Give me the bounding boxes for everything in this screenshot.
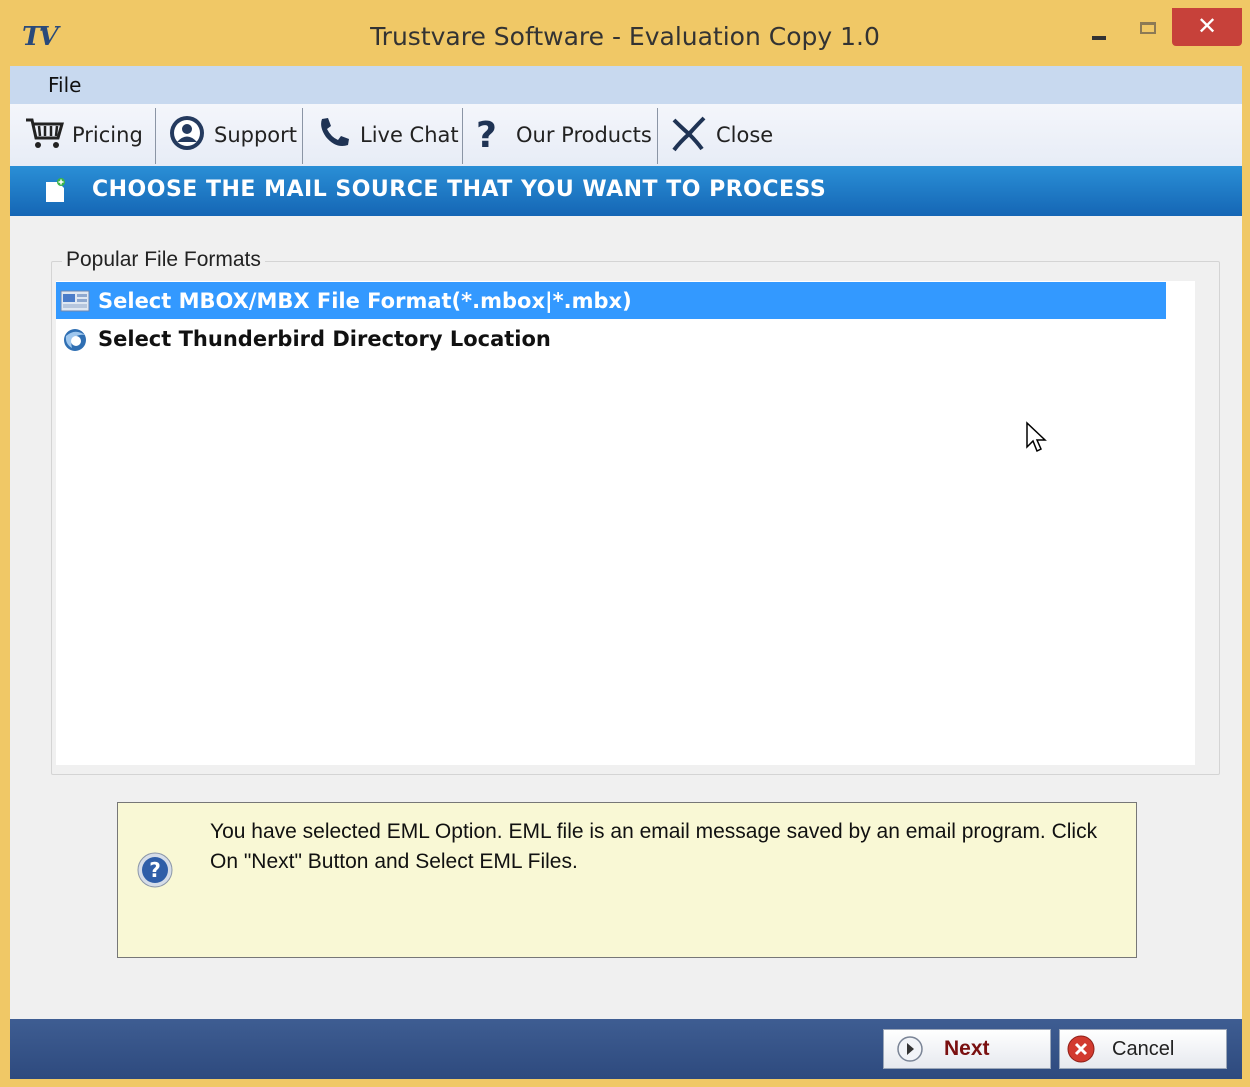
title-bar[interactable]: TV Trustvare Software - Evaluation Copy … [0,0,1250,66]
help-icon: ? [137,852,173,888]
cart-icon [24,116,64,155]
next-button[interactable]: Next [883,1029,1051,1069]
close-label: Close [716,123,774,147]
our-products-button[interactable]: ? Our Products [476,104,652,166]
support-icon [168,114,206,157]
phone-icon [316,115,352,156]
main-content: Popular File Formats Select MBOX/MBX Fil… [10,216,1242,1019]
group-legend: Popular File Formats [62,248,265,272]
our-products-label: Our Products [516,123,652,147]
info-text: You have selected EML Option. EML file i… [210,820,1098,873]
format-list[interactable]: Select MBOX/MBX File Format(*.mbox|*.mbx… [56,281,1195,765]
cancel-icon [1067,1035,1095,1063]
section-banner: CHOOSE THE MAIL SOURCE THAT YOU WANT TO … [10,166,1242,216]
pricing-button[interactable]: Pricing [24,104,143,166]
toolbar-separator [302,108,303,164]
next-arrow-icon [897,1036,923,1062]
menu-bar: File [10,66,1242,104]
support-button[interactable]: Support [168,104,297,166]
toolbar: Pricing Support Live Chat ? Our Products… [10,104,1242,167]
list-item-mbox[interactable]: Select MBOX/MBX File Format(*.mbox|*.mbx… [56,282,1166,319]
close-x-icon [670,114,708,157]
live-chat-label: Live Chat [360,123,459,147]
toolbar-separator [657,108,658,164]
cancel-button[interactable]: Cancel [1059,1029,1227,1069]
next-label: Next [944,1037,990,1060]
close-button[interactable]: Close [670,104,773,166]
info-box: ? You have selected EML Option. EML file… [117,802,1137,958]
cancel-label: Cancel [1112,1037,1175,1060]
list-item-label: Select Thunderbird Directory Location [98,326,551,351]
window-title: Trustvare Software - Evaluation Copy 1.0 [370,22,880,51]
support-label: Support [214,123,298,147]
list-item-label: Select MBOX/MBX File Format(*.mbox|*.mbx… [98,288,632,313]
pricing-label: Pricing [72,123,143,147]
thunderbird-icon [64,328,86,351]
list-item-thunderbird[interactable]: Select Thunderbird Directory Location [56,320,1166,357]
footer-bar: Next Cancel [10,1019,1242,1079]
svg-text:?: ? [149,858,161,882]
live-chat-button[interactable]: Live Chat [316,104,459,166]
question-icon: ? [476,114,497,156]
mouse-cursor-icon [1026,421,1047,453]
mbox-file-icon [60,290,90,311]
new-document-icon [46,178,65,202]
file-formats-group: Popular File Formats Select MBOX/MBX Fil… [51,248,1220,775]
minimize-button[interactable] [1080,8,1120,44]
banner-title: CHOOSE THE MAIL SOURCE THAT YOU WANT TO … [92,177,827,202]
close-window-button[interactable]: ✕ [1172,8,1242,46]
toolbar-separator [155,108,156,164]
maximize-button[interactable] [1130,8,1170,44]
menu-file[interactable]: File [48,73,81,97]
toolbar-separator [462,108,463,164]
app-window: TV Trustvare Software - Evaluation Copy … [0,0,1250,1087]
